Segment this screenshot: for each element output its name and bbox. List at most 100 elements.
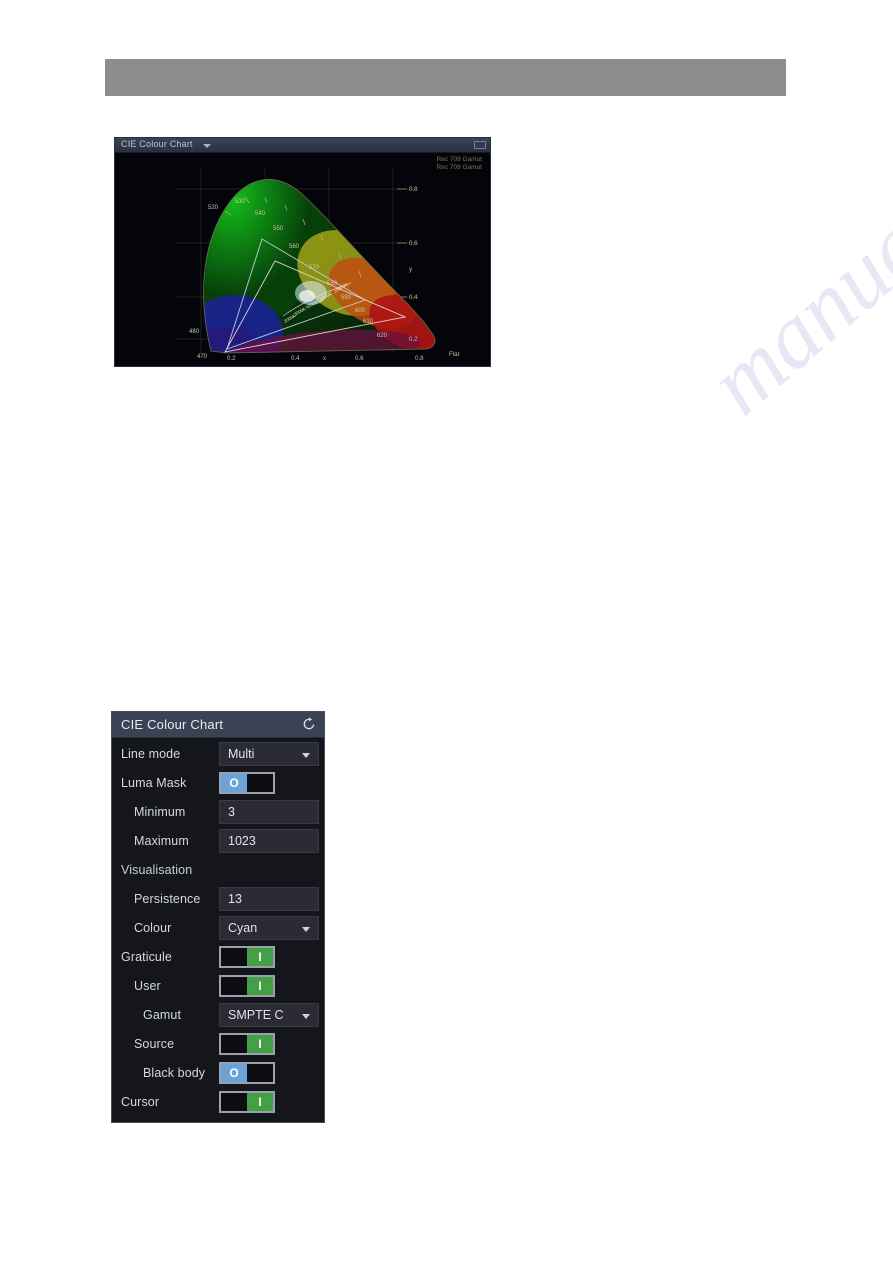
control-cursor: I	[219, 1089, 275, 1115]
svg-text:470: 470	[197, 354, 208, 360]
row-luma-mask: Luma Mask O	[112, 770, 324, 796]
control-luma-mask: O	[219, 770, 275, 796]
toggle-knob-glyph: O	[221, 774, 247, 792]
svg-text:540: 540	[255, 211, 266, 217]
minimum-input[interactable]: 3	[219, 800, 319, 824]
control-user: I	[219, 973, 275, 999]
row-gamut: Gamut SMPTE C	[112, 1002, 324, 1028]
toggle-knob-glyph: I	[247, 1093, 273, 1111]
chevron-down-icon	[302, 1014, 310, 1019]
chevron-down-icon	[302, 927, 310, 932]
colour-value: Cyan	[228, 921, 258, 935]
maximum-value: 1023	[228, 834, 256, 848]
svg-text:580: 580	[327, 281, 338, 287]
row-graticule: Graticule I	[112, 944, 324, 970]
svg-text:Flat: Flat	[449, 351, 460, 358]
row-persistence: Persistence 13	[112, 886, 324, 912]
svg-text:0.8: 0.8	[409, 186, 418, 193]
control-source: I	[219, 1031, 275, 1057]
label-user: User	[134, 979, 161, 993]
row-source: Source I	[112, 1031, 324, 1057]
row-visualisation: Visualisation	[112, 857, 324, 883]
svg-text:0.6: 0.6	[355, 355, 364, 362]
gamut-dropdown[interactable]: SMPTE C	[219, 1003, 319, 1027]
row-colour: Colour Cyan	[112, 915, 324, 941]
panel-rows: Line mode Multi Luma Mask O Minimum 3 Ma…	[112, 738, 324, 1122]
label-source: Source	[134, 1037, 175, 1051]
svg-text:590: 590	[341, 295, 352, 301]
maximum-input[interactable]: 1023	[219, 829, 319, 853]
panel-title: CIE Colour Chart	[121, 717, 224, 732]
svg-text:560: 560	[289, 244, 300, 250]
label-minimum: Minimum	[134, 805, 186, 819]
control-black-body: O	[219, 1060, 275, 1086]
black-body-toggle[interactable]: O	[219, 1062, 275, 1084]
row-black-body: Black body O	[112, 1060, 324, 1086]
graticule-toggle[interactable]: I	[219, 946, 275, 968]
label-colour: Colour	[134, 921, 172, 935]
panel-header: CIE Colour Chart	[112, 712, 324, 738]
svg-text:480: 480	[189, 329, 200, 335]
luma-mask-toggle[interactable]: O	[219, 772, 275, 794]
cie-colour-chart-settings-panel: CIE Colour Chart Line mode Multi Luma Ma…	[111, 711, 325, 1123]
minimize-icon[interactable]	[474, 141, 486, 149]
chevron-down-icon[interactable]	[203, 144, 211, 148]
svg-text:570: 570	[309, 265, 320, 271]
line-mode-dropdown[interactable]: Multi	[219, 742, 319, 766]
svg-text:550: 550	[273, 226, 284, 232]
reset-icon[interactable]	[302, 717, 316, 731]
svg-text:0.2: 0.2	[227, 355, 236, 362]
colour-dropdown[interactable]: Cyan	[219, 916, 319, 940]
cie-scope-window: CIE Colour Chart 2000K 3000K 4000K 6000K…	[114, 137, 491, 367]
label-luma-mask: Luma Mask	[121, 776, 187, 790]
label-black-body: Black body	[143, 1066, 206, 1080]
source-toggle[interactable]: I	[219, 1033, 275, 1055]
row-line-mode: Line mode Multi	[112, 741, 324, 767]
gamut-legend-line-2: Rec 709 Gamut	[436, 164, 482, 171]
gamut-legend-line-1: Rec 709 Gamut	[436, 156, 482, 163]
label-maximum: Maximum	[134, 834, 189, 848]
row-cursor: Cursor I	[112, 1089, 324, 1115]
cursor-toggle[interactable]: I	[219, 1091, 275, 1113]
row-user: User I	[112, 973, 324, 999]
persistence-input[interactable]: 13	[219, 887, 319, 911]
user-toggle[interactable]: I	[219, 975, 275, 997]
label-gamut: Gamut	[143, 1008, 182, 1022]
label-persistence: Persistence	[134, 892, 201, 906]
svg-text:0.8: 0.8	[415, 355, 424, 362]
toggle-knob-glyph: O	[221, 1064, 247, 1082]
scope-window-title: CIE Colour Chart	[121, 139, 193, 149]
svg-text:600: 600	[355, 308, 366, 314]
label-graticule: Graticule	[121, 950, 172, 964]
gamut-value: SMPTE C	[228, 1008, 284, 1022]
svg-text:530: 530	[235, 199, 246, 205]
svg-text:610: 610	[363, 319, 374, 325]
row-minimum: Minimum 3	[112, 799, 324, 825]
toggle-knob-glyph: I	[247, 1035, 273, 1053]
control-persistence: 13	[219, 886, 319, 912]
control-gamut: SMPTE C	[219, 1002, 319, 1028]
persistence-value: 13	[228, 892, 242, 906]
label-cursor: Cursor	[121, 1095, 160, 1109]
label-visualisation: Visualisation	[121, 863, 193, 877]
control-maximum: 1023	[219, 828, 319, 854]
gamut-legend: Rec 709 Gamut Rec 709 Gamut	[436, 156, 482, 172]
svg-text:520: 520	[208, 205, 219, 211]
svg-text:0.2: 0.2	[409, 336, 418, 343]
page-header-banner	[105, 59, 786, 96]
control-graticule: I	[219, 944, 275, 970]
svg-text:620: 620	[377, 333, 388, 339]
row-maximum: Maximum 1023	[112, 828, 324, 854]
scope-titlebar: CIE Colour Chart	[115, 138, 490, 153]
control-minimum: 3	[219, 799, 319, 825]
minimum-value: 3	[228, 805, 235, 819]
toggle-knob-glyph: I	[247, 977, 273, 995]
svg-text:0.4: 0.4	[291, 355, 300, 362]
label-line-mode: Line mode	[121, 747, 181, 761]
cie-chromaticity-plot: 2000K 3000K 4000K 6000K 10000K 520 530 5…	[115, 153, 490, 366]
svg-text:0.6: 0.6	[409, 240, 418, 247]
control-line-mode: Multi	[219, 741, 319, 767]
svg-text:0.4: 0.4	[409, 294, 418, 301]
chevron-down-icon	[302, 753, 310, 758]
control-colour: Cyan	[219, 915, 319, 941]
